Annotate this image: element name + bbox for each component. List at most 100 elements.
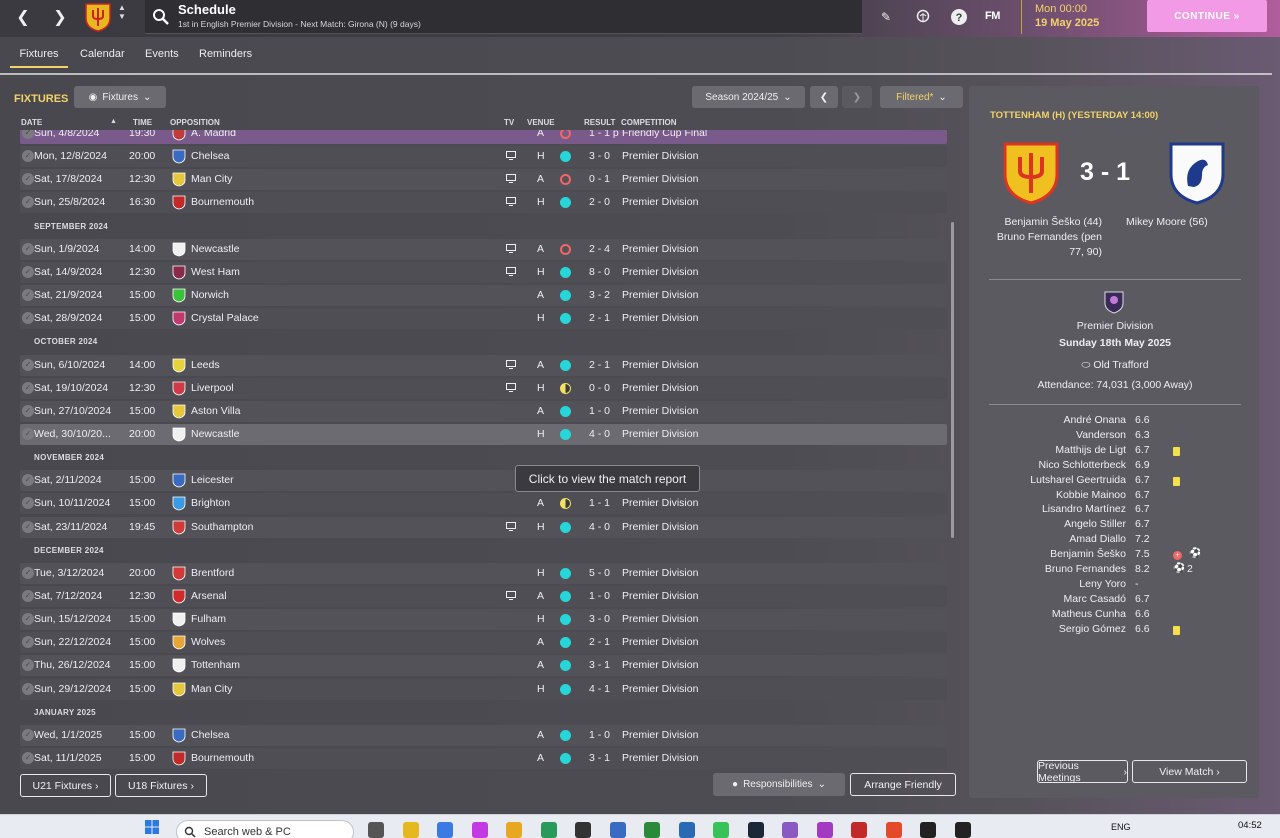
fixture-opposition[interactable]: Arsenal <box>191 590 227 602</box>
files-icon[interactable] <box>506 822 522 838</box>
search-icon[interactable] <box>152 8 170 26</box>
arrange-friendly-button[interactable]: Arrange Friendly <box>850 773 956 796</box>
player-name[interactable]: Matheus Cunha <box>1052 608 1126 620</box>
filter-dropdown[interactable]: Filtered* ⌄ <box>880 86 963 108</box>
app-icon[interactable] <box>609 822 626 838</box>
chrome-icon[interactable] <box>885 822 902 838</box>
fixture-row[interactable]: ✓ Sun, 22/12/2024 15:00 Wolves A 2 - 1 Premier… <box>20 632 947 654</box>
fixture-opposition[interactable]: Wolves <box>191 636 225 648</box>
app-icon[interactable] <box>782 822 798 838</box>
player-name[interactable]: Angelo Stiller <box>1064 518 1126 530</box>
player-name[interactable]: Vanderson <box>1076 429 1126 441</box>
steam-icon[interactable] <box>747 822 764 838</box>
fixture-row[interactable]: ✓ Sat, 2/11/2024 15:00 Leicester <box>20 470 947 492</box>
fixture-row[interactable]: ✓ Sun, 29/12/2024 15:00 Man City H 4 - 1 Premi… <box>20 678 947 700</box>
player-name[interactable]: Marc Casadó <box>1064 593 1126 605</box>
folder-icon[interactable] <box>402 822 419 838</box>
fixture-opposition[interactable]: Aston Villa <box>191 405 240 417</box>
fixture-opposition[interactable]: Fulham <box>191 613 226 625</box>
fixture-opposition[interactable]: Newcastle <box>191 243 239 255</box>
fixture-opposition[interactable]: Bournemouth <box>191 196 254 208</box>
fixture-row[interactable]: ✓ Wed, 30/10/20... 20:00 Newcastle H 4 - 0 Pre… <box>20 423 947 445</box>
dark-app-icon[interactable] <box>575 822 591 838</box>
view-dropdown[interactable]: ◉ Fixtures ⌄ <box>74 86 166 108</box>
tab-fixtures[interactable]: Fixtures <box>10 44 68 68</box>
fixture-row[interactable]: ✓ Sun, 15/12/2024 15:00 Fulham H 3 - 0 Premier… <box>20 609 947 631</box>
taskbar-clock[interactable]: 04:52 <box>1238 820 1262 831</box>
app-icon[interactable] <box>851 822 867 838</box>
fixture-opposition[interactable]: Leicester <box>191 474 234 486</box>
fixture-row[interactable]: ✓ Sat, 7/12/2024 12:30 Arsenal A 1 - 0 Premier… <box>20 586 947 607</box>
fixture-opposition[interactable]: Newcastle <box>191 428 239 440</box>
fixture-row[interactable]: ✓ Thu, 26/12/2024 15:00 Tottenham A 3 - 1 Prem… <box>20 655 947 677</box>
prev-season-button[interactable]: ❮ <box>810 86 838 108</box>
windows-start-icon[interactable] <box>144 819 160 835</box>
fixture-opposition[interactable]: A. Madrid <box>191 130 236 139</box>
fixture-row[interactable]: ✓ Sun, 1/9/2024 14:00 Newcastle A 2 - 4 Premie… <box>20 238 947 260</box>
fixture-opposition[interactable]: Brentford <box>191 567 234 579</box>
fixture-row[interactable]: ✓ Wed, 1/1/2025 15:00 Chelsea A 1 - 0 Premier … <box>20 724 947 746</box>
previous-meetings-button[interactable]: Previous Meetings › <box>1037 760 1128 784</box>
back-button[interactable]: ❮ <box>12 6 34 28</box>
fixture-row[interactable]: ✓ Sat, 14/9/2024 12:30 West Ham H 8 - 0 Premie… <box>20 261 947 283</box>
player-name[interactable]: Nico Schlotterbeck <box>1038 459 1126 471</box>
fixture-row[interactable]: ✓ Sun, 6/10/2024 14:00 Leeds A 2 - 1 Premier D… <box>20 354 947 376</box>
col-time[interactable]: TIME <box>133 118 152 127</box>
fixture-opposition[interactable]: Leeds <box>191 359 220 371</box>
player-name[interactable]: Bruno Fernandes <box>1045 563 1126 575</box>
u21-fixtures-button[interactable]: U21 Fixtures › <box>20 774 111 797</box>
tab-calendar[interactable]: Calendar <box>80 44 125 68</box>
u18-fixtures-button[interactable]: U18 Fixtures › <box>115 774 207 797</box>
player-name[interactable]: Matthijs de Ligt <box>1055 444 1126 456</box>
fixture-row[interactable]: ✓ Sat, 11/1/2025 15:00 Bournemouth A 3 - 1 Pre… <box>20 748 947 770</box>
app-icon[interactable] <box>816 822 833 838</box>
whatsapp-icon[interactable] <box>713 822 729 838</box>
club-crest-icon[interactable] <box>84 2 112 32</box>
col-competition[interactable]: COMPETITION <box>621 118 677 127</box>
fixture-opposition[interactable]: Southampton <box>191 521 253 533</box>
col-opposition[interactable]: OPPOSITION <box>170 118 220 127</box>
col-result[interactable]: RESULT <box>584 118 615 127</box>
player-name[interactable]: Benjamin Šeško <box>1050 548 1126 560</box>
fixture-opposition[interactable]: Man City <box>191 683 232 695</box>
fixture-opposition[interactable]: Man City <box>191 173 232 185</box>
fixture-row[interactable]: ✓ Tue, 3/12/2024 20:00 Brentford H 5 - 0 Premi… <box>20 562 947 584</box>
fixture-opposition[interactable]: Crystal Palace <box>191 312 259 324</box>
col-date[interactable]: DATE <box>21 118 42 127</box>
fixture-row[interactable]: ✓ Sun, 27/10/2024 15:00 Aston Villa A 1 - 0 Pr… <box>20 400 947 422</box>
fixture-row[interactable]: ✓ Sat, 17/8/2024 12:30 Man City A 0 - 1 Premie… <box>20 169 947 191</box>
player-name[interactable]: Lisandro Martínez <box>1042 503 1126 515</box>
forward-button[interactable]: ❯ <box>49 6 71 28</box>
responsibilities-dropdown[interactable]: ● Responsibilities ⌄ <box>713 773 845 796</box>
fixture-row[interactable]: ✓ Sun, 25/8/2024 16:30 Bournemouth H 2 - 0 Pre… <box>20 192 947 214</box>
fm-logo[interactable]: FM <box>985 10 1000 22</box>
table-scrollbar[interactable] <box>951 222 954 538</box>
player-name[interactable]: Lutsharel Geertruida <box>1030 474 1126 486</box>
player-name[interactable]: André Onana <box>1064 414 1126 426</box>
col-tv[interactable]: TV <box>504 118 514 127</box>
next-season-button[interactable]: ❯ <box>842 86 872 108</box>
fixture-opposition[interactable]: Chelsea <box>191 729 230 741</box>
fixture-opposition[interactable]: West Ham <box>191 266 240 278</box>
photos-icon[interactable] <box>437 822 453 838</box>
fixture-opposition[interactable]: Tottenham <box>191 659 240 671</box>
player-name[interactable]: Amad Diallo <box>1069 533 1126 545</box>
fixture-row[interactable]: ✓ Sun, 4/8/2024 19:30 A. Madrid A 1 - 1 p Frie… <box>20 130 947 144</box>
fixture-row[interactable]: ✓ Sat, 23/11/2024 19:45 Southampton H 4 - 0 Pr… <box>20 516 947 538</box>
brain-icon[interactable] <box>914 8 932 26</box>
xbox-icon[interactable] <box>644 822 660 838</box>
fixture-row[interactable]: ✓ Sun, 10/11/2024 15:00 Brighton A 1 - 1 Premi… <box>20 493 947 515</box>
continue-button[interactable]: CONTINUE » <box>1147 0 1267 32</box>
store-icon[interactable] <box>540 822 557 838</box>
fixture-row[interactable]: ✓ Sat, 28/9/2024 15:00 Crystal Palace H 2 - 1… <box>20 308 947 330</box>
help-icon[interactable]: ? <box>950 8 968 26</box>
player-name[interactable]: Sergio Gómez <box>1059 623 1126 635</box>
fm24-icon[interactable] <box>954 822 971 838</box>
club-switch-arrows[interactable]: ▲ ▼ <box>117 3 127 31</box>
player-name[interactable]: Kobbie Mainoo <box>1056 489 1126 501</box>
view-match-button[interactable]: View Match › <box>1132 760 1247 783</box>
taskbar-language[interactable]: ENG <box>1111 822 1131 832</box>
tab-reminders[interactable]: Reminders <box>199 44 252 68</box>
season-dropdown[interactable]: Season 2024/25 ⌄ <box>692 86 805 108</box>
player-name[interactable]: Leny Yoro <box>1079 578 1126 590</box>
